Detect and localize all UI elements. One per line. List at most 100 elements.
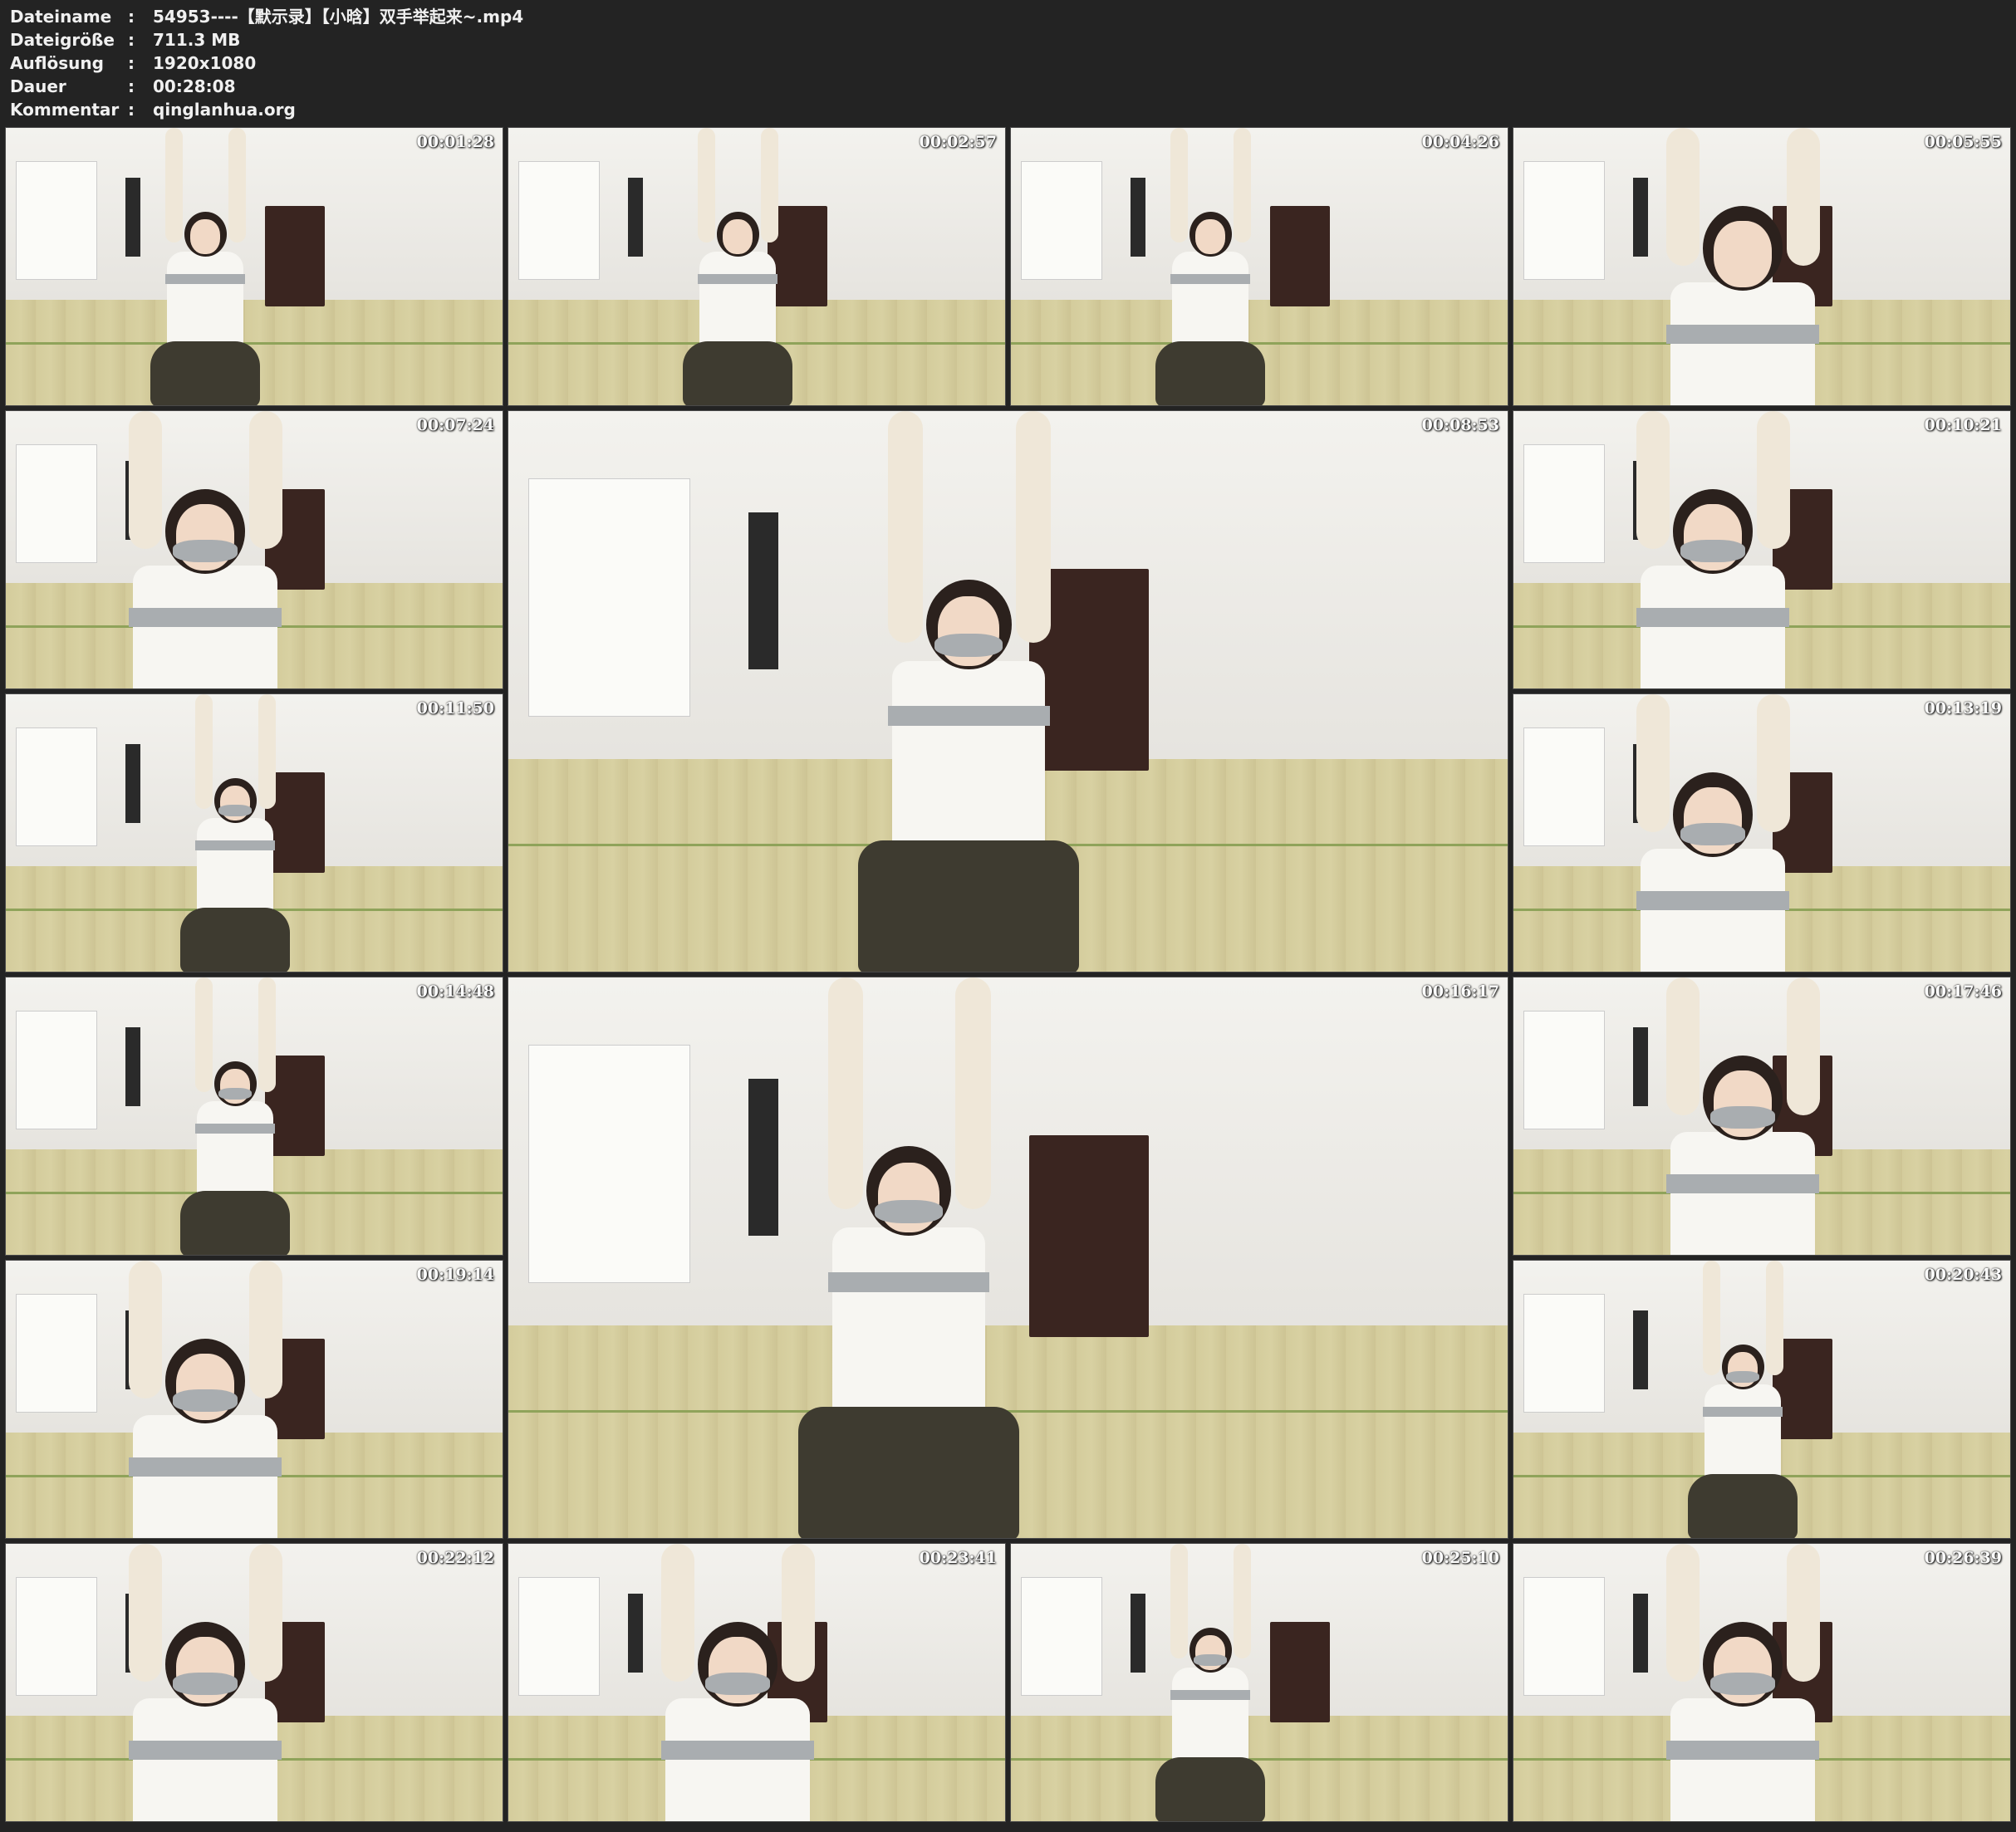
scene-arm bbox=[164, 128, 183, 243]
file-info-separator: : bbox=[128, 7, 135, 27]
file-info-value: qinglanhua.org bbox=[153, 100, 296, 120]
scene-arm bbox=[1170, 1544, 1188, 1659]
scene-tape bbox=[194, 840, 276, 850]
scene-person bbox=[1513, 1261, 2010, 1538]
scene-person bbox=[6, 977, 503, 1255]
scene-arm bbox=[249, 1544, 283, 1682]
video-thumbnail: 00:05:55 bbox=[1513, 127, 2011, 406]
thumbnail-timestamp: 00:16:17 bbox=[1421, 982, 1499, 1001]
file-info-key: Dateigröße bbox=[10, 30, 115, 50]
scene-gag-tape bbox=[1193, 1654, 1228, 1667]
scene-tape bbox=[1636, 608, 1790, 627]
scene-skirt bbox=[1687, 1473, 1798, 1538]
scene-tape bbox=[164, 274, 246, 284]
thumbnail-timestamp: 00:13:19 bbox=[1924, 699, 2002, 718]
thumbnail-timestamp: 00:05:55 bbox=[1924, 133, 2002, 151]
video-thumbnail: 00:08:53 bbox=[508, 410, 1508, 972]
scene-gag-tape bbox=[173, 1673, 238, 1695]
file-info-row: Dateiname : 54953----【默示录】【小晗】双手举起来~.mp4 bbox=[10, 5, 523, 28]
scene-gag-tape bbox=[173, 1389, 238, 1412]
thumbnail-timestamp: 00:14:48 bbox=[416, 982, 494, 1001]
file-info-key: Auflösung bbox=[10, 53, 104, 73]
video-thumbnail: 00:23:41 bbox=[508, 1543, 1006, 1822]
video-thumbnail: 00:17:46 bbox=[1513, 977, 2011, 1256]
scene-arm bbox=[697, 128, 715, 243]
scene-tape bbox=[128, 1457, 282, 1477]
scene-arm bbox=[1170, 128, 1188, 243]
video-thumbnail: 00:16:17 bbox=[508, 977, 1508, 1539]
scene-arm bbox=[761, 128, 779, 243]
video-frame-scene bbox=[1513, 1544, 2010, 1821]
scene-tape bbox=[1636, 891, 1790, 910]
scene-gag-tape bbox=[1710, 1673, 1775, 1695]
scene-arm bbox=[1636, 411, 1670, 549]
scene-arm bbox=[194, 694, 213, 810]
file-info-separator: : bbox=[128, 53, 135, 73]
scene-arm bbox=[228, 128, 247, 243]
video-frame-scene bbox=[1011, 1544, 1508, 1821]
scene-arm bbox=[128, 1544, 162, 1682]
video-thumbnail: 00:20:43 bbox=[1513, 1260, 2011, 1539]
scene-arm bbox=[782, 1544, 816, 1682]
scene-arm bbox=[194, 977, 213, 1093]
file-info-row: Dateigröße : 711.3 MB bbox=[10, 28, 523, 51]
video-frame-scene bbox=[508, 977, 1508, 1538]
video-frame-scene bbox=[1011, 128, 1508, 405]
file-info-value: 1920x1080 bbox=[153, 53, 257, 73]
file-info-row: Dauer : 00:28:08 bbox=[10, 75, 523, 98]
scene-tape bbox=[1702, 1407, 1783, 1417]
scene-arm bbox=[1766, 1261, 1784, 1376]
video-thumbnail: 00:26:39 bbox=[1513, 1543, 2011, 1822]
video-frame-scene bbox=[6, 411, 503, 688]
scene-tape bbox=[128, 1741, 282, 1760]
video-frame-scene bbox=[6, 1261, 503, 1538]
scene-arm bbox=[1665, 1544, 1700, 1682]
scene-person bbox=[6, 411, 503, 688]
scene-person bbox=[1513, 1544, 2010, 1821]
scene-arm bbox=[249, 1261, 283, 1398]
scene-face bbox=[189, 219, 221, 255]
video-thumbnail: 00:01:28 bbox=[5, 127, 503, 406]
scene-gag-tape bbox=[218, 805, 253, 817]
video-thumbnail: 00:11:50 bbox=[5, 693, 503, 972]
thumbnail-timestamp: 00:07:24 bbox=[416, 416, 494, 434]
video-frame-scene bbox=[1513, 1261, 2010, 1538]
scene-arm bbox=[1665, 128, 1700, 266]
file-info-value: 00:28:08 bbox=[153, 76, 236, 96]
scene-arm bbox=[1636, 694, 1670, 832]
scene-person bbox=[6, 128, 503, 405]
file-info-key: Dauer bbox=[10, 76, 66, 96]
scene-skirt bbox=[1155, 340, 1266, 405]
thumbnail-timestamp: 00:02:57 bbox=[919, 133, 997, 151]
scene-torso bbox=[665, 1698, 811, 1821]
file-info-value: 54953----【默示录】【小晗】双手举起来~.mp4 bbox=[153, 7, 524, 27]
video-thumbnail: 00:22:12 bbox=[5, 1543, 503, 1822]
scene-person bbox=[1513, 694, 2010, 972]
thumbnail-timestamp: 00:17:46 bbox=[1924, 982, 2002, 1001]
scene-skirt bbox=[1155, 1756, 1266, 1821]
scene-torso bbox=[1670, 282, 1816, 405]
scene-face bbox=[1714, 221, 1772, 288]
scene-torso bbox=[1640, 849, 1786, 972]
scene-arm bbox=[1015, 411, 1051, 643]
thumbnail-timestamp: 00:19:14 bbox=[416, 1266, 494, 1284]
scene-arm bbox=[1787, 128, 1821, 266]
file-info-separator: : bbox=[128, 100, 135, 120]
scene-person bbox=[508, 128, 1005, 405]
scene-skirt bbox=[179, 1190, 291, 1255]
video-thumbnail: 00:04:26 bbox=[1010, 127, 1508, 406]
video-frame-scene bbox=[1513, 977, 2010, 1255]
video-thumbnail: 00:02:57 bbox=[508, 127, 1006, 406]
thumbnail-timestamp: 00:23:41 bbox=[919, 1549, 997, 1567]
scene-face bbox=[1194, 219, 1226, 255]
scene-person bbox=[508, 411, 1508, 972]
file-info: Dateiname : 54953----【默示录】【小晗】双手举起来~.mp4… bbox=[10, 5, 523, 121]
scene-person bbox=[6, 1261, 503, 1538]
scene-tape bbox=[660, 1741, 815, 1760]
scene-arm bbox=[128, 1261, 162, 1398]
scene-gag-tape bbox=[173, 540, 238, 562]
scene-gag-tape bbox=[1680, 540, 1745, 562]
scene-person bbox=[1513, 128, 2010, 405]
video-frame-scene bbox=[6, 694, 503, 972]
file-info-key: Dateiname bbox=[10, 7, 112, 27]
